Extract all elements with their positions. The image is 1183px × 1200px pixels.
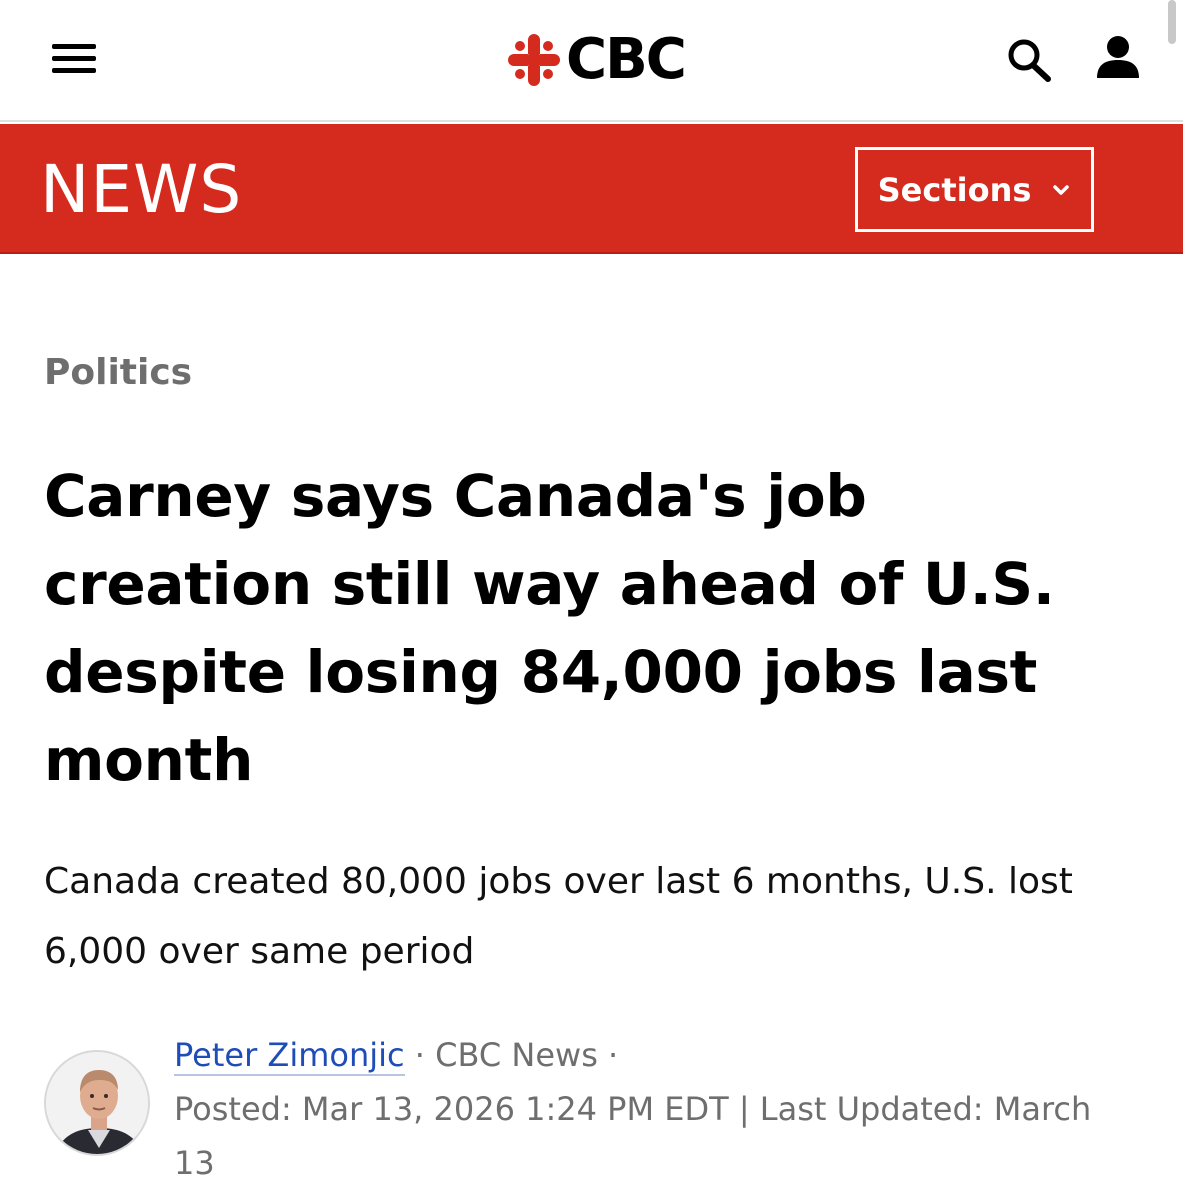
sections-button[interactable]: Sections xyxy=(855,147,1094,232)
page-scrollbar[interactable] xyxy=(1168,0,1176,44)
news-section-title[interactable]: NEWS xyxy=(40,150,242,230)
byline-source: CBC News xyxy=(435,1036,598,1074)
author-avatar[interactable] xyxy=(44,1050,150,1156)
search-icon[interactable] xyxy=(1006,38,1054,82)
cbc-logo-text: CBC xyxy=(566,27,687,92)
hamburger-menu-icon[interactable] xyxy=(52,42,96,76)
article-byline: Peter Zimonjic · CBC News · Posted: Mar … xyxy=(174,1028,1134,1190)
byline-separator-trailing: · xyxy=(597,1036,619,1074)
cbc-gem-icon xyxy=(508,34,560,86)
sections-button-label: Sections xyxy=(877,170,1032,209)
article-headline: Carney says Canada's job creation still … xyxy=(44,462,1055,794)
article-deck: Canada created 80,000 jobs over last 6 m… xyxy=(44,861,1073,972)
author-photo xyxy=(46,1052,148,1154)
posted-timestamp: Posted: Mar 13, 2026 1:24 PM EDT | Last … xyxy=(174,1090,1092,1182)
cbc-logo[interactable]: CBC xyxy=(508,27,687,92)
top-navigation-bar: CBC xyxy=(0,0,1183,122)
byline-separator: · xyxy=(404,1036,436,1074)
author-link[interactable]: Peter Zimonjic xyxy=(174,1036,405,1076)
article-category-link[interactable]: Politics xyxy=(44,352,192,393)
account-icon[interactable] xyxy=(1094,34,1142,80)
chevron-down-icon xyxy=(1053,184,1070,195)
